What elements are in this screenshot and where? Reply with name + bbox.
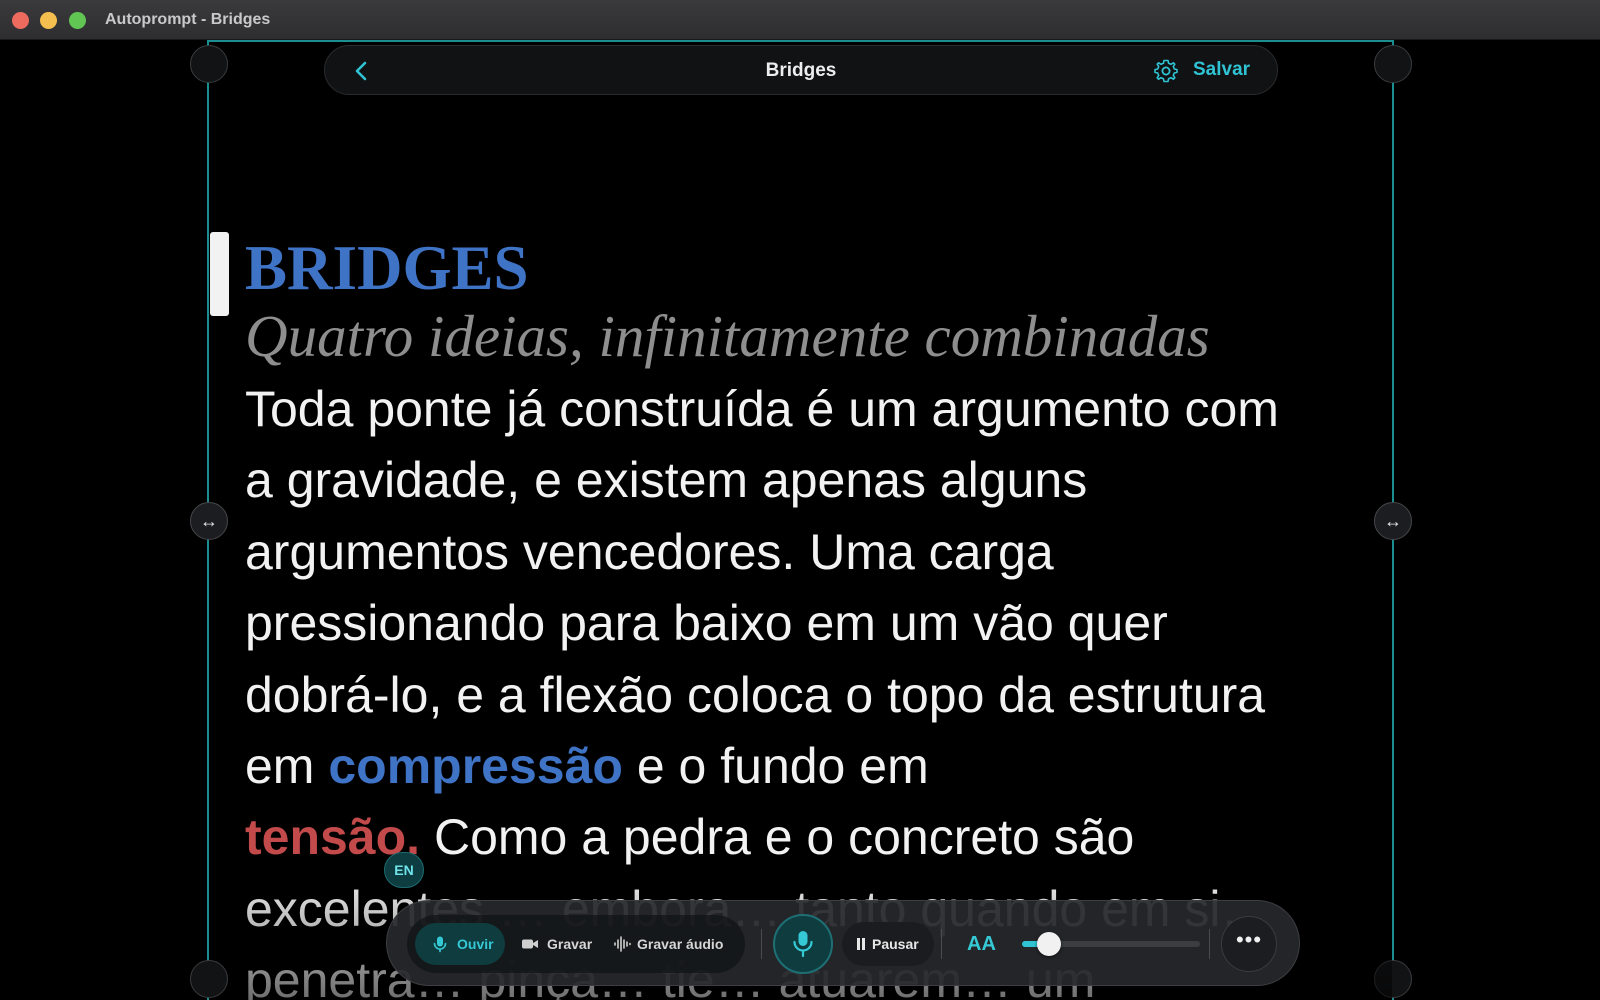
resize-horizontal-icon: ↔ [200,511,218,531]
window-title: Autoprompt - Bridges [105,11,271,28]
window-close-button[interactable] [12,12,29,29]
pause-button[interactable]: Pausar [842,922,934,966]
script-line: a gravidade, e existem apenas alguns [245,452,1088,509]
reading-position-marker[interactable] [210,232,229,316]
resize-corner-top-right[interactable] [1374,45,1412,83]
listen-label: Ouvir [457,936,494,952]
separator [941,929,942,959]
font-size-slider[interactable] [1022,932,1200,956]
script-content: BRIDGES Quatro ideias, infinitamente com… [245,232,1395,1000]
document-title: Bridges [765,60,837,81]
keyword-compression: compressão [328,737,623,794]
separator [761,929,762,959]
save-button[interactable]: Salvar [1193,59,1250,81]
resize-handle-left[interactable]: ↔ [190,502,228,540]
more-options-button[interactable]: ••• [1221,916,1277,972]
script-subtitle: Quatro ideias, infinitamente combinadas [245,303,1210,369]
separator [1209,929,1210,959]
window-maximize-button[interactable] [69,12,86,29]
record-video-button[interactable]: Gravar [511,923,601,965]
pause-icon [857,938,865,950]
resize-corner-top-left[interactable] [190,45,228,83]
listen-mode-button[interactable]: Ouvir [415,923,505,965]
resize-corner-bottom-left[interactable] [190,960,228,998]
record-audio-button[interactable]: Gravar áudio [605,923,737,965]
text-size-label: AA [967,933,996,955]
window-titlebar: Autoprompt - Bridges [0,0,1600,40]
more-dots-icon: ••• [1235,927,1263,952]
script-text: em [245,737,329,794]
script-line: dobrá-lo, e a flexão coloca o topo da es… [245,666,1266,723]
script-title: BRIDGES [245,233,529,303]
record-audio-label: Gravar áudio [637,936,724,952]
microphone-icon [793,931,813,958]
script-line: argumentos vencedores. Uma carga [245,523,1054,580]
microphone-toggle-button[interactable] [773,914,833,974]
script-text: Como a pedra e o concreto são [420,809,1135,866]
record-label: Gravar [547,936,593,952]
microphone-icon [433,936,447,953]
prompter-frame-top [208,40,1393,42]
waveform-icon [614,936,631,952]
language-badge[interactable]: EN [384,852,424,888]
pause-label: Pausar [872,936,919,952]
document-header-bar: Bridges Salvar [324,45,1278,95]
script-line: Toda ponte já construída é um argumento … [245,381,1279,437]
mode-selector: Ouvir Gravar Gravar áudio [407,915,745,973]
window-minimize-button[interactable] [40,12,57,29]
playback-control-bar: Ouvir Gravar Gravar áudio Pausar AA ••• [386,900,1300,986]
font-size-slider-knob[interactable] [1036,932,1061,956]
video-camera-icon [522,939,538,949]
script-line: pressionando para baixo em um vão quer [245,595,1168,652]
gear-icon[interactable] [1153,58,1179,84]
script-line: em compressão e o fundo em [245,731,1395,802]
script-text: e o fundo em [622,737,929,794]
